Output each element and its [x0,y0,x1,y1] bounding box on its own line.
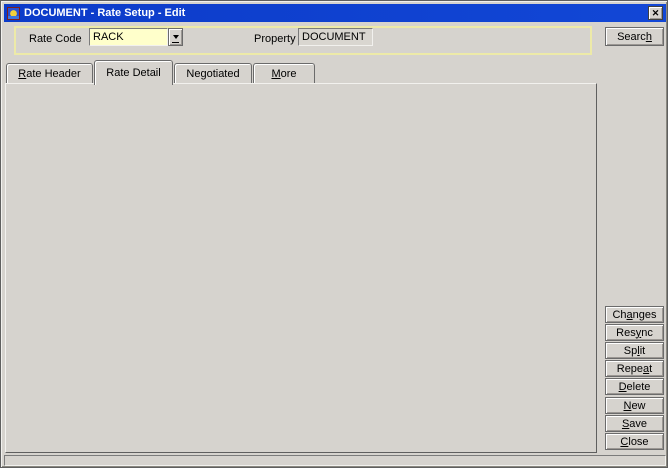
tab-more[interactable]: More [253,63,315,83]
window-title: DOCUMENT - Rate Setup - Edit [24,7,185,19]
close-button[interactable]: Close [605,433,664,450]
property-input[interactable] [298,28,373,46]
close-icon[interactable]: ✕ [648,6,663,20]
chevron-bar [172,42,179,43]
rate-detail-panel [5,83,597,453]
rate-code-input[interactable] [89,28,168,46]
tab-negotiated[interactable]: Negotiated [174,63,252,83]
save-button[interactable]: Save [605,415,664,432]
title-bar: DOCUMENT - Rate Setup - Edit ✕ [4,4,666,22]
chevron-down-icon [173,35,179,42]
search-button[interactable]: Search [605,27,664,46]
tab-rate-detail[interactable]: Rate Detail [94,60,173,85]
status-bar [4,455,666,466]
resync-button[interactable]: Resync [605,324,664,341]
changes-button[interactable]: Changes [605,306,664,323]
repeat-button[interactable]: Repeat [605,360,664,377]
rate-code-label: Rate Code [29,33,82,46]
delete-button[interactable]: Delete [605,378,664,395]
split-button[interactable]: Split [605,342,664,359]
rate-setup-window: DOCUMENT - Rate Setup - Edit ✕ Rate Code… [0,0,668,468]
tab-rate-header[interactable]: Rate Header [6,63,93,83]
new-button[interactable]: New [605,397,664,414]
app-icon [7,7,20,20]
property-label: Property [254,33,296,46]
rate-code-dropdown-icon[interactable] [168,28,183,46]
